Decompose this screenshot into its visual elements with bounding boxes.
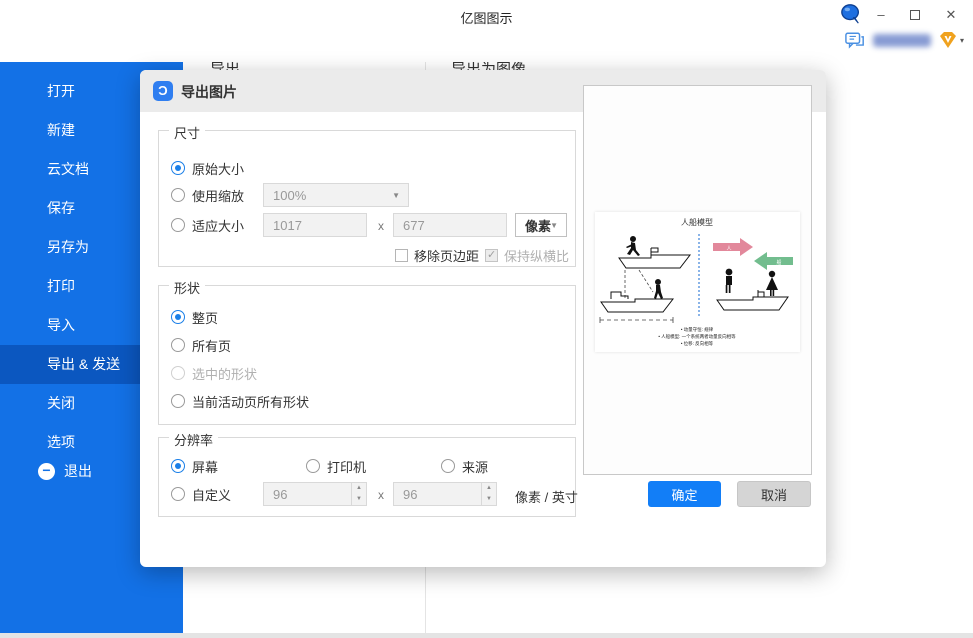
fit-width-input[interactable] (263, 213, 367, 237)
shape-group-legend: 形状 (169, 278, 205, 297)
fit-height-input[interactable] (393, 213, 507, 237)
preview-thumbnail: 人船模型 (595, 212, 800, 352)
radio-custom-dpi-label: 自定义 (192, 485, 231, 504)
dpi-y-spinner[interactable]: ▲▼ (393, 482, 497, 506)
spinner-arrows-icon[interactable]: ▲▼ (351, 483, 366, 505)
radio-source-label: 来源 (462, 457, 488, 476)
bottom-edge-strip (0, 633, 973, 638)
radio-original-size-label: 原始大小 (192, 159, 244, 178)
radio-printer[interactable] (306, 459, 320, 473)
titlebar: 亿图图示 – ✕ ▾ (0, 0, 973, 62)
spinner-arrows-icon[interactable]: ▲▼ (481, 483, 496, 505)
radio-fit-size[interactable] (171, 218, 185, 232)
radio-selected-shapes (171, 366, 185, 380)
edraw-logo-icon: Ɔ (153, 81, 173, 101)
close-window-button[interactable]: ✕ (936, 4, 966, 26)
radio-all-pages[interactable] (171, 338, 185, 352)
radio-screen[interactable] (171, 459, 185, 473)
resolution-group: 分辨率 屏幕 打印机 来源 自定义 ▲▼ x ▲▼ 像素 / 英寸 (158, 437, 576, 517)
dpi-times-label: x (378, 488, 384, 502)
chevron-down-icon: ▼ (550, 221, 558, 230)
radio-custom-dpi[interactable] (171, 487, 185, 501)
person-boat-diagram: 人船模型 (595, 212, 800, 352)
unit-dropdown[interactable]: 像素 ▼ (515, 213, 567, 237)
minimize-button[interactable]: – (866, 4, 896, 26)
size-group: 尺寸 原始大小 使用缩放 100% ▼ 适应大小 x 像素 ▼ 移除页边距 (158, 130, 576, 267)
sidebar-item-exit-label: 退出 (64, 452, 92, 491)
radio-use-scale[interactable] (171, 188, 185, 202)
remove-margin-label: 移除页边距 (414, 246, 479, 265)
svg-text:人船模型: 人船模型 (681, 217, 713, 227)
sidebar-item-exit[interactable]: − 退出 (38, 452, 92, 491)
username-blurred[interactable] (873, 34, 931, 47)
svg-text:• 人船模型: 一个系统两者动量反向相等: • 人船模型: 一个系统两者动量反向相等 (658, 333, 736, 340)
radio-active-page-shapes-label: 当前活动页所有形状 (192, 392, 309, 411)
keep-aspect-label: 保持纵横比 (504, 246, 569, 265)
dpi-x-spinner[interactable]: ▲▼ (263, 482, 367, 506)
size-group-legend: 尺寸 (169, 123, 205, 142)
size-times-label: x (378, 219, 384, 233)
shape-group: 形状 整页 所有页 选中的形状 当前活动页所有形状 (158, 285, 576, 425)
unit-dropdown-value: 像素 (525, 216, 551, 235)
svg-text:人: 人 (726, 246, 731, 252)
keep-aspect-checkbox (485, 249, 498, 262)
radio-whole-page-label: 整页 (192, 308, 218, 327)
scale-dropdown[interactable]: 100% ▼ (263, 183, 409, 207)
radio-screen-label: 屏幕 (192, 457, 218, 476)
feedback-chat-icon[interactable] (845, 32, 865, 49)
scale-dropdown-value: 100% (273, 188, 306, 203)
radio-all-pages-label: 所有页 (192, 336, 231, 355)
svg-text:• 动量守恒: 规律: • 动量守恒: 规律 (681, 326, 714, 333)
radio-use-scale-label: 使用缩放 (192, 186, 244, 205)
chevron-down-icon: ▼ (392, 191, 400, 200)
maximize-button[interactable] (900, 4, 930, 26)
exit-circle-icon: − (38, 463, 55, 480)
remove-margin-checkbox[interactable] (395, 249, 408, 262)
cancel-button[interactable]: 取消 (737, 481, 811, 507)
assistant-balloon-icon[interactable] (840, 3, 862, 25)
radio-original-size[interactable] (171, 161, 185, 175)
radio-active-page-shapes[interactable] (171, 394, 185, 408)
radio-selected-shapes-label: 选中的形状 (192, 364, 257, 383)
export-preview-panel: 人船模型 (583, 85, 812, 475)
window-title: 亿图图示 (0, 8, 973, 27)
svg-text:• 位移: 反向相等: • 位移: 反向相等 (681, 340, 714, 347)
ok-button[interactable]: 确定 (648, 481, 721, 507)
svg-text:船: 船 (776, 259, 781, 266)
dpi-unit-label: 像素 / 英寸 (515, 487, 578, 506)
vip-badge-icon[interactable] (938, 30, 958, 50)
maximize-icon (910, 10, 920, 20)
radio-fit-size-label: 适应大小 (192, 216, 244, 235)
vip-caret-icon[interactable]: ▾ (960, 36, 964, 45)
radio-printer-label: 打印机 (327, 457, 366, 476)
radio-whole-page[interactable] (171, 310, 185, 324)
radio-source[interactable] (441, 459, 455, 473)
resolution-group-legend: 分辨率 (169, 430, 218, 449)
dialog-title: 导出图片 (181, 82, 237, 102)
export-image-dialog: Ɔ 导出图片 ✕ 尺寸 原始大小 使用缩放 100% ▼ 适应大小 x 像素 ▼ (140, 70, 826, 567)
